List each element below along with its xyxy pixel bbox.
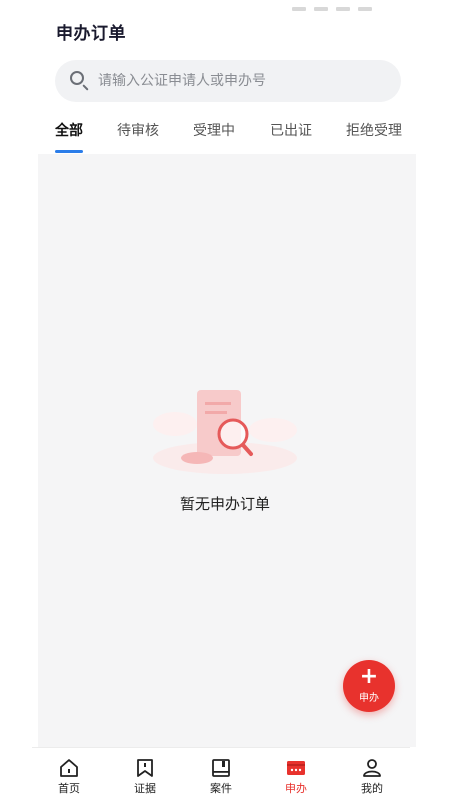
search-bar[interactable] [55,60,401,102]
tab-bar: 全部 待审核 受理中 已出证 拒绝受理 [0,116,450,154]
profile-icon [363,759,381,777]
nav-label-profile: 我的 [361,782,383,795]
status-bar [0,0,450,11]
tab-processing[interactable]: 受理中 [193,120,235,140]
search-input[interactable] [98,73,368,89]
tab-rejected[interactable]: 拒绝受理 [346,120,402,140]
nav-item-home[interactable]: 首页 [44,758,94,796]
case-icon [212,759,230,777]
status-icons [284,0,394,11]
nav-item-profile[interactable]: 我的 [347,758,397,796]
nav-item-cases[interactable]: 案件 [196,758,246,796]
bookmark-icon [137,759,153,777]
nav-item-evidence[interactable]: 证据 [120,758,170,796]
page-title: 申办订单 [56,24,126,44]
plus-icon: + [359,664,379,689]
nav-label-cases: 案件 [210,782,232,795]
nav-label-evidence: 证据 [134,782,156,795]
new-application-button[interactable]: + 申办 [343,660,395,712]
nav-label-home: 首页 [58,782,80,795]
tab-all[interactable]: 全部 [55,120,83,140]
search-icon [68,60,104,102]
empty-state-message: 暂无申办订单 [179,495,270,513]
empty-search-illustration [153,390,297,474]
fab-label: 申办 [359,693,379,704]
bottom-nav: 首页 证据 案件 申办 我的 [32,747,410,800]
home-icon [60,759,78,777]
tab-pending-review[interactable]: 待审核 [117,120,159,140]
tab-certified[interactable]: 已出证 [270,120,312,140]
nav-item-apply[interactable]: 申办 [271,758,321,796]
active-tab-indicator [55,150,83,153]
nav-label-apply: 申办 [285,782,307,795]
apply-icon [287,761,305,775]
